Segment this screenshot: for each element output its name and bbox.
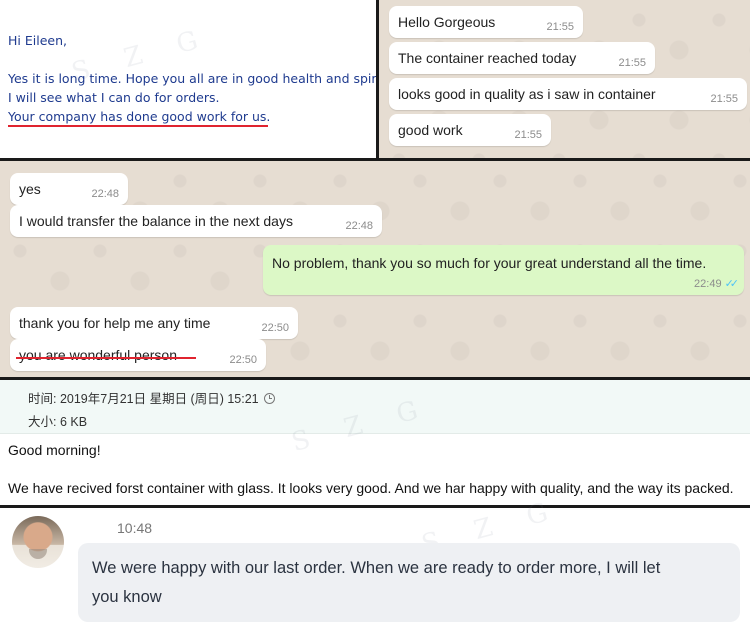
outgoing-message-bubble[interactable]: No problem, thank you so much for your g… bbox=[263, 245, 744, 295]
mail-panel: S Z G 时间: 2019年7月21日 星期日 (周日) 15:21 大小: … bbox=[0, 380, 750, 505]
message-time: 21:55 bbox=[710, 93, 738, 105]
email-line-3: Your company has done good work for us. bbox=[8, 109, 271, 124]
message-bubble[interactable]: thank you for help me any time 22:50 bbox=[10, 307, 298, 339]
mail-time-line: 时间: 2019年7月21日 星期日 (周日) 15:21 bbox=[28, 388, 275, 407]
message-text: thank you for help me any time bbox=[19, 315, 211, 331]
message-time: 21:55 bbox=[514, 129, 542, 141]
avatar[interactable] bbox=[12, 516, 64, 568]
message-time: 21:55 bbox=[618, 57, 646, 69]
chat-timestamp: 10:48 bbox=[117, 520, 153, 536]
message-bubble[interactable]: yes 22:48 bbox=[10, 173, 128, 205]
message-bubble[interactable]: Hello Gorgeous 21:55 bbox=[389, 6, 583, 38]
message-text: The container reached today bbox=[398, 50, 577, 66]
message-time: 22:49 bbox=[694, 278, 722, 290]
message-text: good work bbox=[398, 122, 463, 138]
chat-panel-middle: yes 22:48 I would transfer the balance i… bbox=[0, 161, 750, 377]
message-bubble[interactable]: I would transfer the balance in the next… bbox=[10, 205, 382, 237]
message-line-2: you know bbox=[92, 588, 162, 606]
message-text: No problem, thank you so much for your g… bbox=[272, 255, 707, 271]
highlight-underline bbox=[8, 125, 268, 127]
message-text: looks good in quality as i saw in contai… bbox=[398, 86, 656, 102]
message-text: Hello Gorgeous bbox=[398, 14, 496, 30]
message-bubble[interactable]: good work 21:55 bbox=[389, 114, 551, 146]
message-text: yes bbox=[19, 181, 41, 197]
chat-panel-top-right: Hello Gorgeous 21:55 The container reach… bbox=[379, 0, 750, 158]
message-time: 21:55 bbox=[546, 21, 574, 33]
clock-icon bbox=[263, 393, 275, 404]
email-line-2: I will see what I can do for orders. bbox=[8, 90, 220, 105]
message-bubble[interactable]: looks good in quality as i saw in contai… bbox=[389, 78, 747, 110]
mail-time-text: 时间: 2019年7月21日 星期日 (周日) 15:21 bbox=[28, 392, 259, 406]
message-text: you are wonderful person bbox=[19, 347, 177, 363]
message-time: 22:48 bbox=[91, 188, 119, 200]
message-time: 22:48 bbox=[345, 220, 373, 232]
highlight-underline bbox=[16, 357, 196, 359]
mail-greeting: Good morning! bbox=[8, 442, 101, 458]
message-bubble[interactable]: The container reached today 21:55 bbox=[389, 42, 655, 74]
mail-size-line: 大小: 6 KB bbox=[28, 415, 88, 429]
message-time: 22:50 bbox=[229, 354, 257, 366]
read-ticks-icon: ✓✓ bbox=[724, 278, 740, 290]
message-bubble[interactable]: you are wonderful person 22:50 bbox=[10, 339, 266, 371]
email-panel: S Z G Hi Eileen, Yes it is long time. Ho… bbox=[0, 0, 376, 158]
message-line-1: We were happy with our last order. When … bbox=[92, 559, 661, 577]
email-line-1: Yes it is long time. Hope you all are in… bbox=[8, 71, 376, 86]
message-bubble[interactable]: We were happy with our last order. When … bbox=[78, 543, 740, 622]
mail-body-text: We have recived forst container with gla… bbox=[8, 480, 734, 496]
message-text: I would transfer the balance in the next… bbox=[19, 213, 293, 229]
email-greeting: Hi Eileen, bbox=[8, 33, 67, 48]
message-time: 22:50 bbox=[261, 322, 289, 334]
message-time-wrap: 22:49 ✓✓ bbox=[694, 277, 740, 290]
